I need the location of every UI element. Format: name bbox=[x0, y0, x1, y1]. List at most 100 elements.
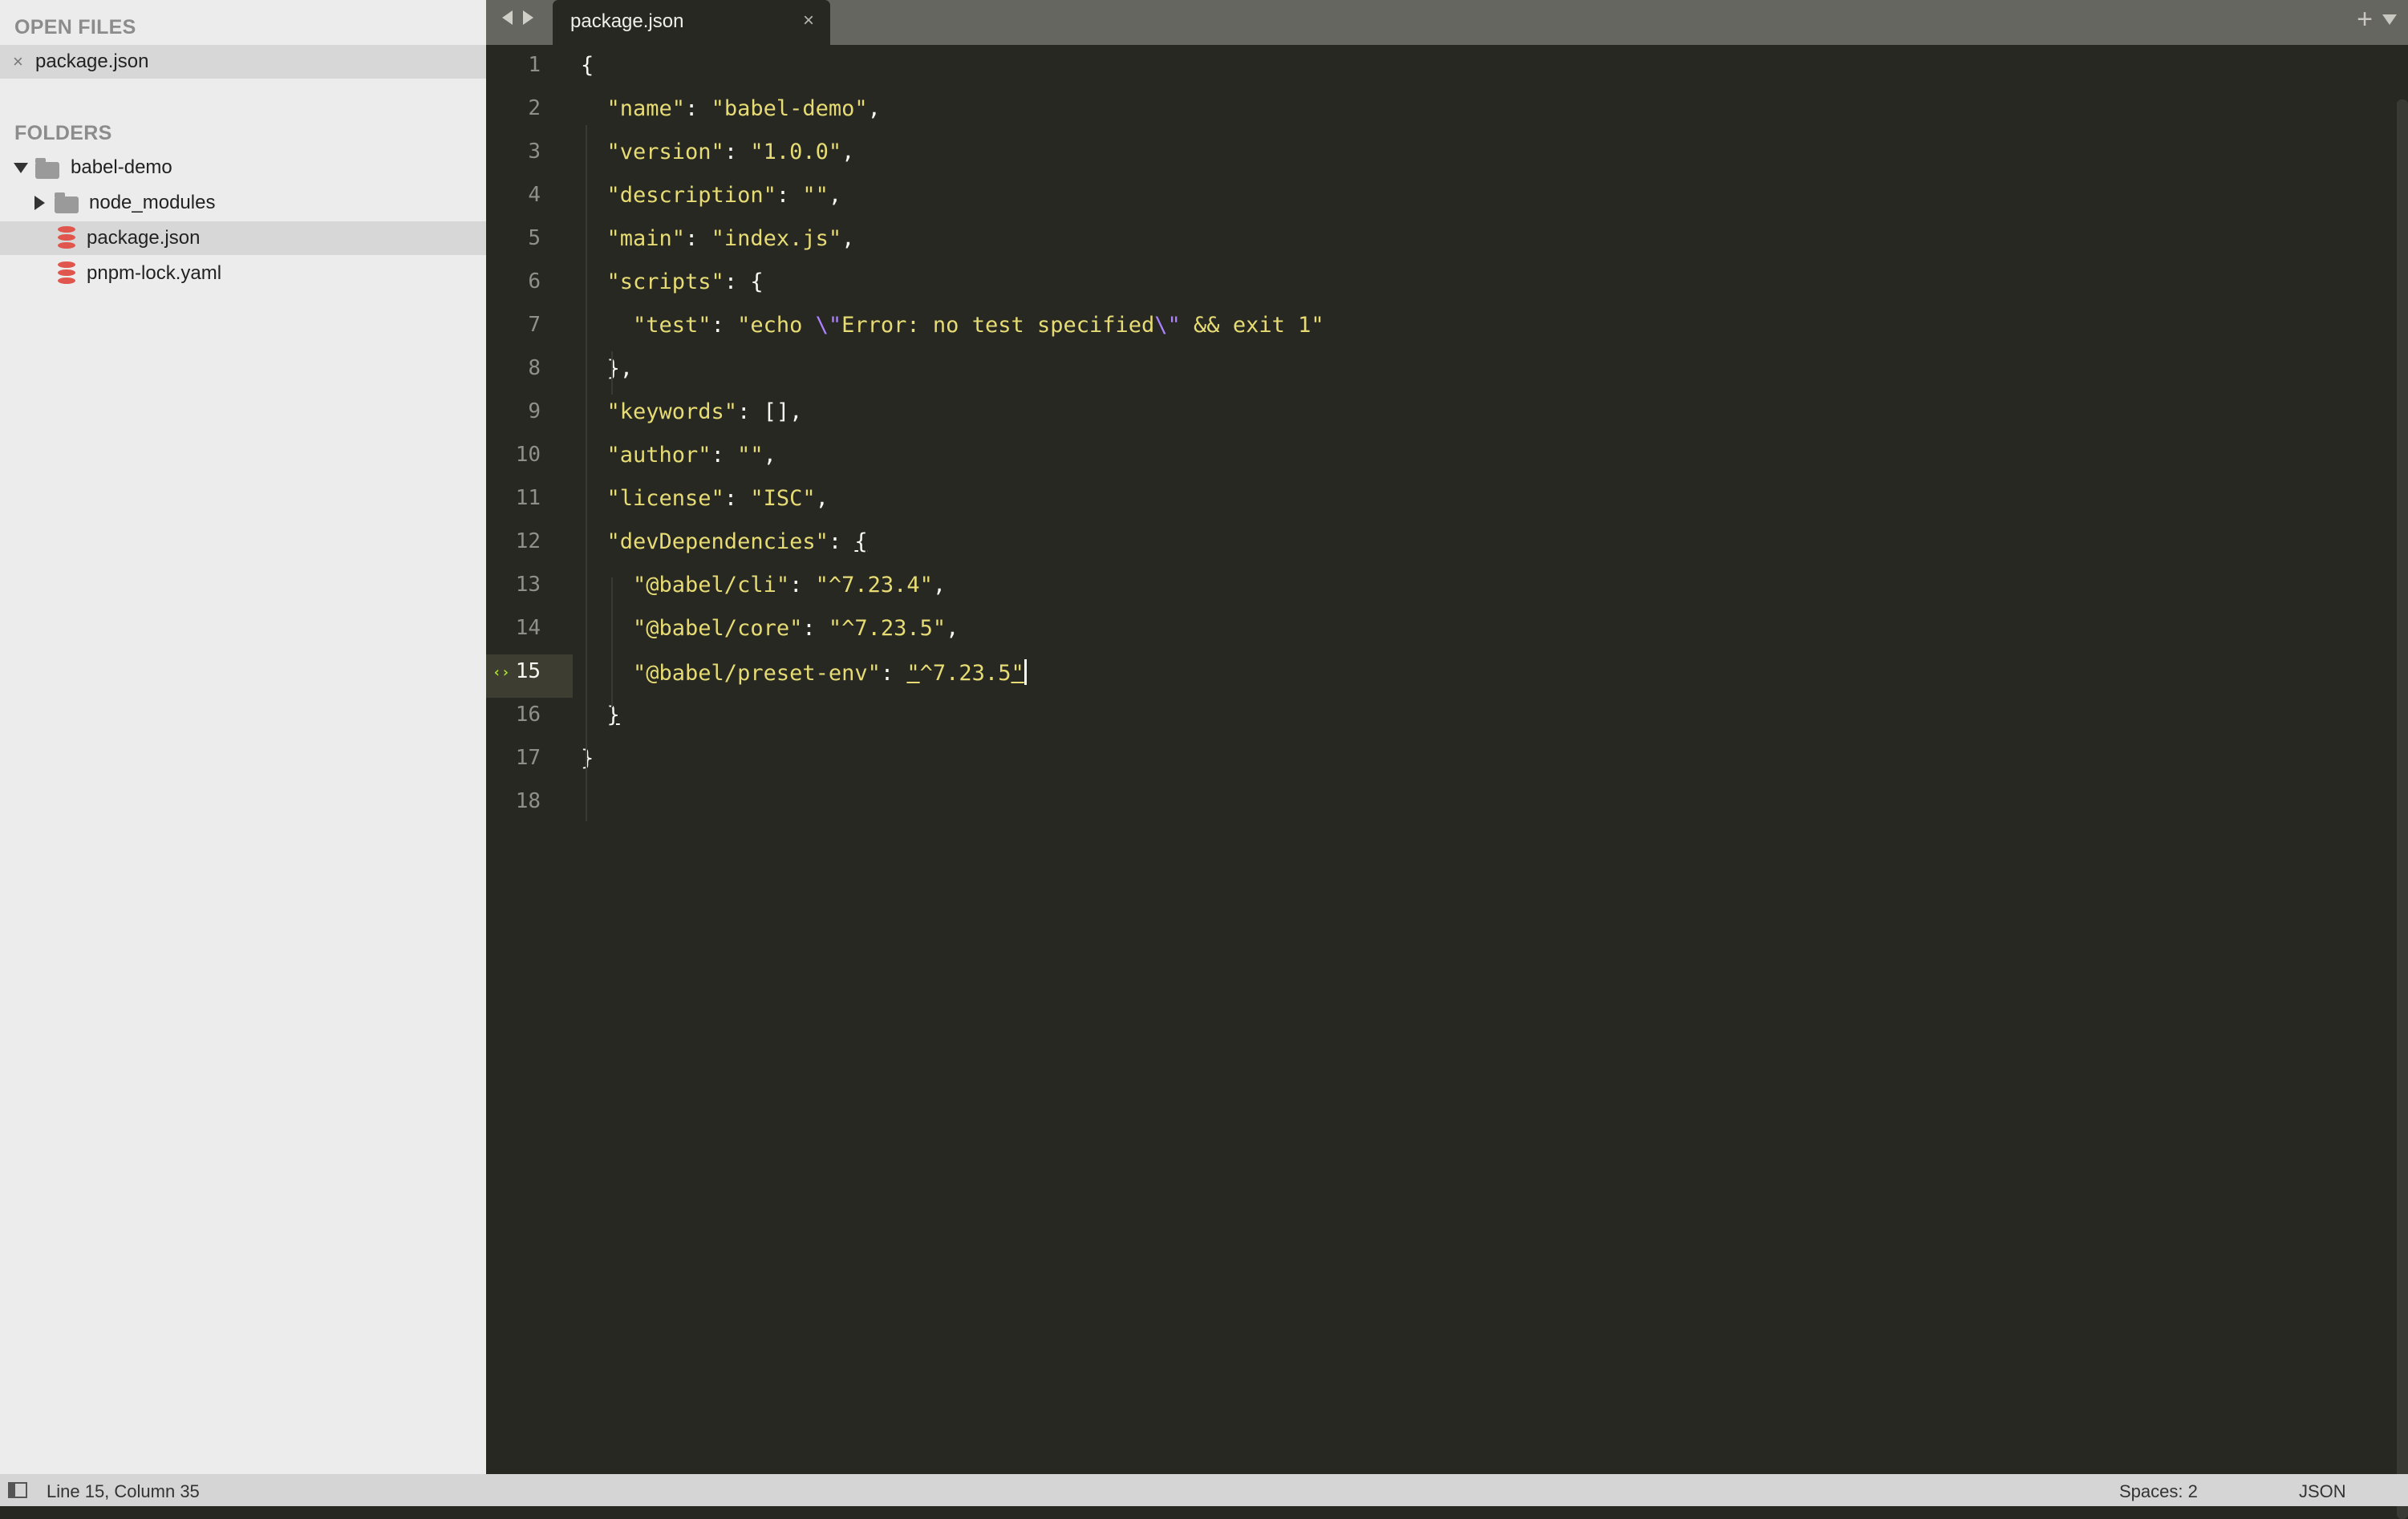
line-number: 3 bbox=[528, 140, 541, 164]
close-icon[interactable]: × bbox=[13, 45, 23, 79]
code-token: : bbox=[685, 226, 711, 251]
file-label: package.json bbox=[87, 227, 201, 249]
code-token: }, bbox=[581, 356, 634, 381]
code-token: : bbox=[776, 183, 803, 208]
code-line: "devDependencies": { bbox=[581, 529, 868, 554]
code-line: "license": "ISC", bbox=[581, 486, 829, 511]
code-token: : bbox=[802, 616, 829, 641]
line-number: 14 bbox=[515, 616, 541, 640]
indentation-setting[interactable]: Spaces: 2 bbox=[2119, 1481, 2198, 1502]
code-token: "scripts" bbox=[581, 269, 724, 294]
open-file-item[interactable]: × package.json bbox=[0, 45, 486, 79]
code-token: Error: no test specified bbox=[841, 313, 1155, 338]
indent-guide bbox=[611, 577, 613, 707]
file-database-icon bbox=[58, 261, 75, 286]
code-token: ^7.23.5 bbox=[919, 661, 1011, 686]
code-token: "author" bbox=[581, 443, 711, 468]
code-token: : bbox=[880, 661, 907, 686]
code-token: "@babel/preset-env" bbox=[581, 661, 881, 686]
file-pnpm-lock[interactable]: pnpm-lock.yaml bbox=[0, 257, 486, 290]
folder-label: node_modules bbox=[89, 192, 216, 213]
folders-header: FOLDERS bbox=[14, 122, 112, 144]
line-number: 10 bbox=[515, 443, 541, 467]
open-file-label: package.json bbox=[35, 51, 149, 72]
code-token: : bbox=[711, 443, 738, 468]
code-token: "description" bbox=[581, 183, 776, 208]
add-tab-icon[interactable]: + bbox=[2357, 4, 2373, 35]
code-token: : bbox=[724, 486, 751, 511]
file-package-json[interactable]: package.json bbox=[0, 221, 486, 255]
folder-icon bbox=[55, 192, 79, 213]
code-token: "echo bbox=[737, 313, 816, 338]
syntax-mode[interactable]: JSON bbox=[2299, 1481, 2346, 1502]
code-token: : bbox=[789, 573, 816, 597]
code-line: "version": "1.0.0", bbox=[581, 140, 855, 164]
code-token: \" bbox=[815, 313, 842, 338]
line-number: 5 bbox=[528, 226, 541, 250]
file-database-icon bbox=[58, 226, 75, 250]
tab-title: package.json bbox=[570, 10, 684, 32]
line-number: 7 bbox=[528, 313, 541, 337]
close-icon[interactable]: × bbox=[803, 10, 814, 32]
sidebar: OPEN FILES × package.json FOLDERS babel-… bbox=[0, 0, 486, 1474]
line-number: 17 bbox=[515, 746, 541, 770]
sidebar-toggle-icon[interactable] bbox=[8, 1482, 27, 1498]
code-token: : bbox=[685, 96, 711, 121]
code-line: "author": "", bbox=[581, 443, 776, 468]
disclosure-expanded-icon[interactable] bbox=[14, 163, 28, 173]
code-token: \" bbox=[1154, 313, 1181, 338]
code-token: , bbox=[828, 183, 842, 208]
code-token: "devDependencies" bbox=[581, 529, 829, 554]
code-token: : { bbox=[724, 269, 764, 294]
code-token: " bbox=[906, 661, 920, 686]
open-files-header: OPEN FILES bbox=[14, 16, 136, 38]
code-token: , bbox=[946, 616, 959, 641]
code-token: "" bbox=[737, 443, 764, 468]
code-token: { bbox=[581, 53, 594, 78]
line-number: 6 bbox=[528, 269, 541, 294]
nav-forward-icon[interactable] bbox=[523, 10, 533, 25]
folder-babel-demo[interactable]: babel-demo bbox=[0, 151, 486, 184]
code-token: , bbox=[867, 96, 881, 121]
code-line: "name": "babel-demo", bbox=[581, 96, 881, 121]
code-token: } bbox=[606, 703, 620, 727]
code-token: , bbox=[841, 140, 855, 164]
code-token: : bbox=[711, 313, 738, 338]
tab-bar: package.json × + bbox=[486, 0, 2408, 45]
code-token: } bbox=[581, 746, 594, 771]
code-line: "test": "echo \"Error: no test specified… bbox=[581, 313, 1324, 338]
code-line: "main": "index.js", bbox=[581, 226, 855, 251]
code-line: }, bbox=[581, 356, 634, 381]
status-bar: Line 15, Column 35 Spaces: 2 JSON bbox=[0, 1474, 2408, 1506]
code-editor[interactable]: ‹› 1 2 3 4 5 6 7 8 9 10 11 12 13 14 15 16 17 18 { "name":… bbox=[486, 45, 2408, 1519]
folder-node-modules[interactable]: node_modules bbox=[0, 186, 486, 220]
chevron-down-icon[interactable] bbox=[2382, 14, 2397, 25]
code-line: "@babel/core": "^7.23.5", bbox=[581, 616, 959, 641]
code-token: { bbox=[854, 529, 868, 554]
cursor-position: Line 15, Column 35 bbox=[47, 1481, 200, 1501]
code-token: "@babel/core" bbox=[581, 616, 803, 641]
line-number: 12 bbox=[515, 529, 541, 553]
code-token: "name" bbox=[581, 96, 686, 121]
code-line: "keywords": [], bbox=[581, 399, 803, 424]
code-token: : bbox=[724, 140, 751, 164]
indent-guide bbox=[611, 351, 613, 395]
code-token: , bbox=[815, 486, 829, 511]
code-line: "scripts": { bbox=[581, 269, 764, 294]
vertical-scrollbar[interactable] bbox=[2397, 99, 2408, 1519]
code-token: "index.js" bbox=[711, 226, 842, 251]
code-token: "test" bbox=[581, 313, 711, 338]
line-number: 13 bbox=[515, 573, 541, 597]
nav-back-icon[interactable] bbox=[502, 10, 513, 25]
line-number: 16 bbox=[515, 703, 541, 727]
code-token: "1.0.0" bbox=[750, 140, 842, 164]
text-cursor bbox=[1024, 659, 1027, 685]
code-token: "keywords" bbox=[581, 399, 738, 424]
tab-package-json[interactable]: package.json × bbox=[553, 0, 830, 45]
code-line: "description": "", bbox=[581, 183, 842, 208]
code-token: "main" bbox=[581, 226, 686, 251]
code-token: "babel-demo" bbox=[711, 96, 868, 121]
disclosure-collapsed-icon[interactable] bbox=[34, 196, 45, 210]
folder-open-icon bbox=[35, 158, 59, 179]
